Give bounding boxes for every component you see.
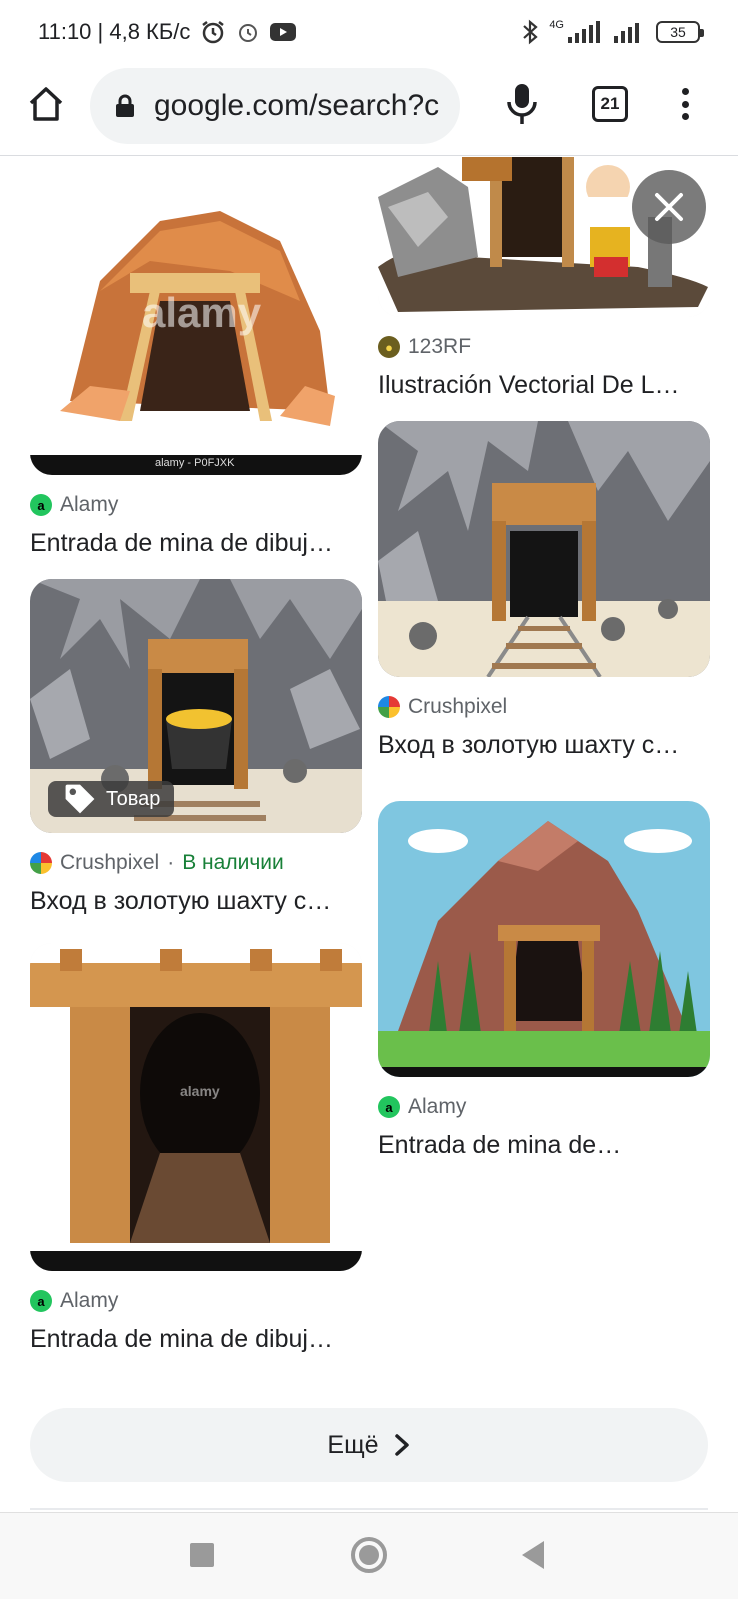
voice-search-button[interactable] <box>500 80 544 128</box>
source-name: Alamy <box>60 493 119 516</box>
browser-toolbar: google.com/search?c 21 <box>0 64 738 156</box>
stock-status: В наличии <box>182 851 284 874</box>
result-image[interactable]: alamy <box>30 943 362 1271</box>
alamy-favicon-icon: a <box>30 494 52 516</box>
system-navigation-bar <box>0 1512 738 1599</box>
overflow-menu-button[interactable] <box>670 82 700 126</box>
source-name: Alamy <box>408 1095 467 1118</box>
source-name: Crushpixel <box>60 851 160 874</box>
result-image[interactable]: Товар <box>30 579 362 833</box>
result-card[interactable]: Товар Crushpixel · В наличии Вход в золо… <box>30 579 362 916</box>
network-type: 4G <box>549 19 564 31</box>
youtube-icon <box>270 22 297 42</box>
source-name: 123RF <box>408 335 472 358</box>
lock-icon <box>116 94 134 117</box>
address-bar[interactable]: google.com/search?c <box>90 68 460 144</box>
result-title[interactable]: Entrada de mina de… <box>378 1131 710 1160</box>
signal-icon <box>566 21 602 43</box>
chevron-right-icon <box>394 1434 409 1456</box>
bluetooth-icon <box>521 19 539 45</box>
clock-icon <box>236 20 260 44</box>
123rf-favicon-icon: ● <box>378 336 400 358</box>
dot-icon <box>681 100 689 108</box>
tag-icon <box>65 784 95 814</box>
home-button[interactable] <box>24 82 68 126</box>
dot-icon <box>681 88 689 95</box>
alarm-icon <box>200 19 226 45</box>
product-tag-label: Товар <box>106 787 161 810</box>
more-results-button[interactable]: Ещё <box>30 1408 708 1482</box>
more-results-label: Ещё <box>327 1430 379 1459</box>
microphone-icon <box>507 84 537 124</box>
result-card[interactable]: alamy a Alamy Entrada de mina de dibuj… <box>30 943 362 1354</box>
image-results: alamy alamy - P0FJXK a Alamy Entrada de … <box>0 157 738 1507</box>
dot-icon <box>681 113 689 120</box>
battery-icon: 35 <box>656 21 704 43</box>
home-icon <box>29 87 63 121</box>
alamy-favicon-icon: a <box>30 1290 52 1312</box>
url-text: google.com/search?c <box>154 89 440 122</box>
alamy-favicon-icon: a <box>378 1096 400 1118</box>
result-title[interactable]: Entrada de mina de dibuj… <box>30 1325 362 1354</box>
caption-text: alamy - P0FJXK <box>155 457 235 469</box>
status-bar: 11:10 | 4,8 КБ/с 4G 35 <box>0 0 738 64</box>
watermark-text: alamy <box>180 1083 220 1099</box>
separator-dot: · <box>167 851 175 874</box>
watermark-text: alamy <box>142 289 262 336</box>
home-nav-button[interactable] <box>351 1537 387 1573</box>
result-title[interactable]: Ilustración Vectorial De L… <box>378 371 710 400</box>
crushpixel-favicon-icon <box>378 696 400 718</box>
result-card[interactable]: a Alamy Entrada de mina de… <box>378 801 710 1160</box>
result-card[interactable]: Crushpixel Вход в золотую шахту с… <box>378 421 710 760</box>
result-image[interactable] <box>378 801 710 1077</box>
result-title[interactable]: Вход в золотую шахту с… <box>378 731 710 760</box>
recent-apps-button[interactable] <box>190 1543 214 1567</box>
crushpixel-favicon-icon <box>30 852 52 874</box>
back-button[interactable] <box>522 1541 544 1569</box>
source-name: Crushpixel <box>408 695 508 718</box>
result-title[interactable]: Вход в золотую шахту с… <box>30 887 362 916</box>
close-button[interactable] <box>632 170 706 244</box>
status-time: 11:10 | 4,8 КБ/с <box>38 19 191 44</box>
divider <box>30 1508 708 1510</box>
home-circle-icon <box>359 1545 379 1565</box>
result-image[interactable]: alamy alamy - P0FJXK <box>30 181 362 475</box>
tab-switcher-button[interactable]: 21 <box>592 86 628 122</box>
signal-icon-2 <box>612 21 646 43</box>
result-image[interactable] <box>378 421 710 677</box>
result-card[interactable]: alamy alamy - P0FJXK a Alamy Entrada de … <box>30 181 362 558</box>
result-title[interactable]: Entrada de mina de dibuj… <box>30 529 362 558</box>
source-name: Alamy <box>60 1289 119 1312</box>
close-icon <box>655 193 683 221</box>
product-tag-chip[interactable]: Товар <box>48 781 175 817</box>
